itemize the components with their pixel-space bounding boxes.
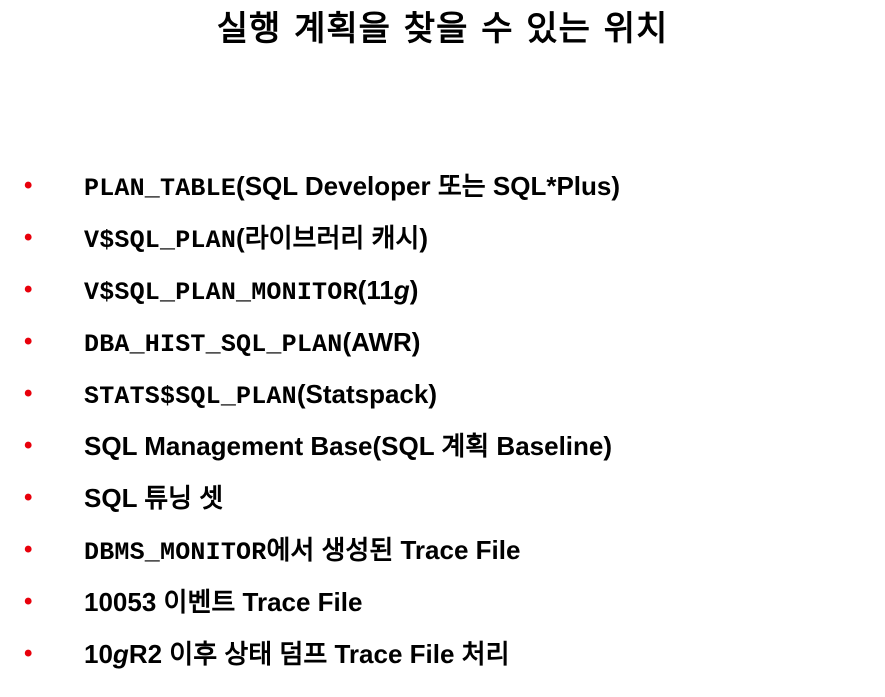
list-item-10053-event-trace: • 10053 이벤트 Trace File [0,576,885,628]
plain-text: (SQL Developer 또는 SQL*Plus) [236,171,621,201]
code-text: V$SQL_PLAN [84,226,237,255]
list-item-text: PLAN_TABLE(SQL Developer 또는 SQL*Plus) [84,160,620,216]
bullet-icon: • [24,172,33,199]
code-text: V$SQL_PLAN_MONITOR [84,278,358,307]
italic-text: g [112,639,129,669]
bullet-icon: • [24,276,33,303]
bullet-icon: • [24,432,33,459]
list-item-text: SQL 튜닝 셋 [84,472,223,528]
italic-text: g [393,275,410,305]
bullet-icon: • [24,588,33,615]
code-text: PLAN_TABLE [84,174,237,203]
bullet-icon: • [24,224,33,251]
list-item-state-dump-trace: • 10gR2 이후 상태 덤프 Trace File 처리 [0,628,885,680]
list-item-sql-tuning-set: • SQL 튜닝 셋 [0,472,885,524]
bullet-icon: • [24,484,33,511]
code-text: DBA_HIST_SQL_PLAN [84,330,343,359]
plain-text: 10 [84,639,113,669]
list-item-text: STATS$SQL_PLAN(Statspack) [84,368,437,424]
plain-text: ) [409,275,419,305]
plain-text: (Statspack) [296,379,437,409]
plan-location-list: • PLAN_TABLE(SQL Developer 또는 SQL*Plus) … [0,160,885,680]
bullet-icon: • [24,380,33,407]
slide-title: 실행 계획을 찾을 수 있는 위치 [216,9,669,49]
list-item-text: V$SQL_PLAN(라이브러리 캐시) [84,212,428,268]
list-item-sql-management-base: • SQL Management Base(SQL 계획 Baseline) [0,420,885,472]
code-text: DBMS_MONITOR [84,538,267,567]
list-item-plan-table: • PLAN_TABLE(SQL Developer 또는 SQL*Plus) [0,160,885,212]
plain-text: SQL Management Base(SQL 계획 Baseline) [84,431,613,461]
bullet-icon: • [24,536,33,563]
list-item-v-sql-plan-monitor: • V$SQL_PLAN_MONITOR(11g) [0,264,885,316]
list-item-stats-sql-plan: • STATS$SQL_PLAN(Statspack) [0,368,885,420]
list-item-dbms-monitor-trace: • DBMS_MONITOR에서 생성된 Trace File [0,524,885,576]
list-item-text: 10gR2 이후 상태 덤프 Trace File 처리 [84,628,510,684]
plain-text: (AWR) [342,327,421,357]
list-item-text: SQL Management Base(SQL 계획 Baseline) [84,420,612,476]
code-text: STATS$SQL_PLAN [84,382,297,411]
plain-text: 에서 생성된 Trace File [266,535,521,565]
list-item-text: DBA_HIST_SQL_PLAN(AWR) [84,316,420,372]
plain-text: 10053 이벤트 Trace File [84,587,363,617]
plain-text: R2 이후 상태 덤프 Trace File 처리 [128,639,510,669]
list-item-text: 10053 이벤트 Trace File [84,576,362,632]
bullet-icon: • [24,328,33,355]
list-item-dba-hist-sql-plan: • DBA_HIST_SQL_PLAN(AWR) [0,316,885,368]
plain-text: (11 [357,275,394,305]
list-item-text: V$SQL_PLAN_MONITOR(11g) [84,264,418,320]
plain-text: SQL 튜닝 셋 [84,483,224,513]
list-item-text: DBMS_MONITOR에서 생성된 Trace File [84,524,520,580]
plain-text: (라이브러리 캐시) [236,223,429,253]
list-item-v-sql-plan: • V$SQL_PLAN(라이브러리 캐시) [0,212,885,264]
bullet-icon: • [24,640,33,667]
